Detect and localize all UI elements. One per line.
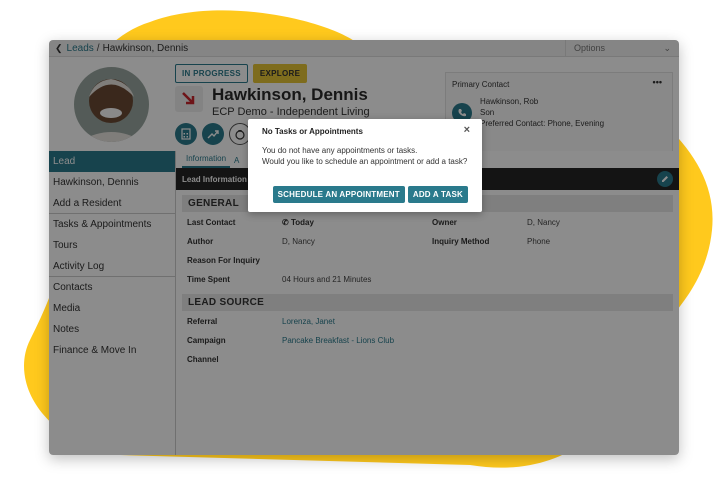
no-tasks-dialog: No Tasks or Appointments × You do not ha…: [248, 119, 482, 212]
dialog-buttons: SCHEDULE AN APPOINTMENT ADD A TASK: [272, 186, 468, 203]
stage: ❮ Leads / Hawkinson, Dennis Options ⌄ IN…: [0, 0, 726, 500]
add-task-button[interactable]: ADD A TASK: [407, 186, 468, 203]
dialog-body: You do not have any appointments or task…: [262, 145, 472, 167]
dialog-title: No Tasks or Appointments: [262, 127, 363, 136]
app-window: ❮ Leads / Hawkinson, Dennis Options ⌄ IN…: [49, 40, 679, 455]
schedule-appointment-button[interactable]: SCHEDULE AN APPOINTMENT: [272, 186, 405, 203]
modal-overlay[interactable]: [49, 40, 679, 455]
dialog-message-line1: You do not have any appointments or task…: [262, 146, 418, 155]
close-icon[interactable]: ×: [464, 124, 470, 136]
dialog-message-line2: Would you like to schedule an appointmen…: [262, 157, 468, 166]
